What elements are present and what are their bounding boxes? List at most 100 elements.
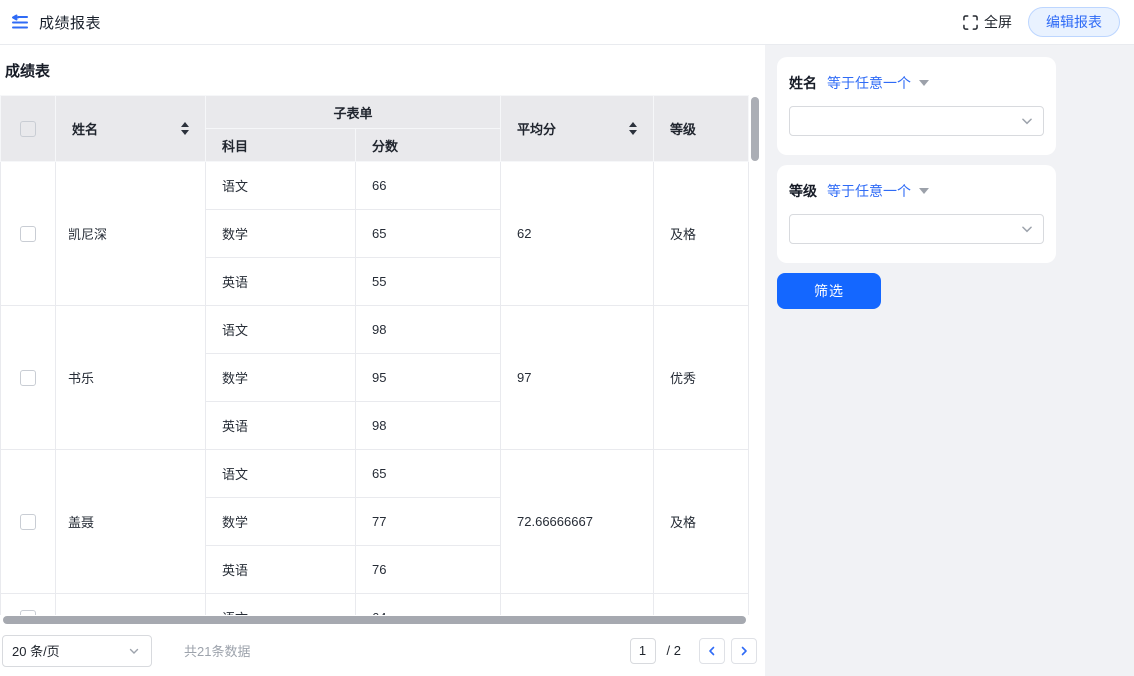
edit-report-button[interactable]: 编辑报表 <box>1028 7 1120 37</box>
sort-average-icon[interactable] <box>629 122 637 135</box>
name-cell: 书乐 <box>56 306 206 450</box>
next-page-button[interactable] <box>731 638 757 664</box>
horizontal-scrollbar-thumb[interactable] <box>3 616 746 624</box>
row-checkbox[interactable] <box>20 226 36 242</box>
vertical-scrollbar-thumb[interactable] <box>751 97 759 161</box>
chevron-down-icon <box>1020 114 1034 128</box>
row-checkbox[interactable] <box>20 370 36 386</box>
sort-name-icon[interactable] <box>181 122 189 135</box>
header-name: 姓名 <box>56 96 206 162</box>
table-header: 姓名 子表单 平均分 等级 <box>1 96 749 162</box>
page-size-select[interactable]: 20 条/页 <box>2 635 152 667</box>
chevron-down-icon <box>128 645 140 657</box>
caret-down-icon[interactable] <box>919 80 929 86</box>
fullscreen-button[interactable]: 全屏 <box>963 12 1012 32</box>
score-cell: 65 <box>356 450 501 498</box>
average-cell: 72.66666667 <box>501 450 654 594</box>
table-row: 盖聂语文6572.66666667及格 <box>1 450 749 498</box>
row-checkbox-cell <box>1 162 56 306</box>
subject-cell: 英语 <box>206 402 356 450</box>
name-cell: 凯尼深 <box>56 162 206 306</box>
filter-submit-button[interactable]: 筛选 <box>777 273 881 309</box>
average-cell: 62 <box>501 162 654 306</box>
top-bar: 成绩报表 全屏 编辑报表 <box>0 0 1134 45</box>
subject-cell: 语文 <box>206 594 356 616</box>
menu-collapse-icon[interactable] <box>10 12 30 32</box>
score-cell: 95 <box>356 354 501 402</box>
grade-cell: 及格 <box>654 450 749 594</box>
score-cell: 55 <box>356 258 501 306</box>
subject-cell: 数学 <box>206 210 356 258</box>
page-title: 成绩报表 <box>39 12 101 33</box>
total-count-label: 共21条数据 <box>184 641 250 660</box>
table-row: 语文64 <box>1 594 749 616</box>
score-cell: 64 <box>356 594 501 616</box>
row-checkbox[interactable] <box>20 514 36 530</box>
report-table-panel: 成绩表 姓名 <box>0 45 765 676</box>
table-body: 凯尼深语文6662及格数学65英语55书乐语文9897优秀数学95英语98盖聂语… <box>1 162 749 616</box>
page-indicator: / 2 <box>667 643 681 658</box>
subject-cell: 数学 <box>206 498 356 546</box>
score-cell: 98 <box>356 402 501 450</box>
header-average-label: 平均分 <box>517 119 556 138</box>
vertical-scrollbar <box>751 95 759 615</box>
score-cell: 76 <box>356 546 501 594</box>
fullscreen-label: 全屏 <box>984 12 1012 32</box>
main-content: 成绩表 姓名 <box>0 45 1134 676</box>
header-average: 平均分 <box>501 96 654 162</box>
subject-cell: 英语 <box>206 546 356 594</box>
subject-cell: 语文 <box>206 306 356 354</box>
name-cell <box>56 594 206 616</box>
filter-field-label: 姓名 <box>789 73 817 93</box>
subject-cell: 语文 <box>206 450 356 498</box>
filter-value-select-name[interactable] <box>789 106 1044 136</box>
row-checkbox-cell <box>1 306 56 450</box>
select-all-checkbox[interactable] <box>20 121 36 137</box>
header-grade: 等级 <box>654 96 749 162</box>
filter-panel: 姓名 等于任意一个 等级 等于任意一个 筛选 <box>765 45 1134 676</box>
header-checkbox-cell <box>1 96 56 162</box>
filter-value-select-grade[interactable] <box>789 214 1044 244</box>
chevron-down-icon <box>1020 222 1034 236</box>
fullscreen-icon <box>963 15 978 30</box>
average-cell: 97 <box>501 306 654 450</box>
header-name-label: 姓名 <box>72 119 98 138</box>
filter-operator-link[interactable]: 等于任意一个 <box>827 181 911 201</box>
filter-field-label: 等级 <box>789 181 817 201</box>
app-window: 成绩报表 全屏 编辑报表 成绩表 <box>0 0 1134 676</box>
filter-card-name: 姓名 等于任意一个 <box>777 57 1056 155</box>
pagination-bar: 20 条/页 共21条数据 1 / 2 <box>0 625 765 676</box>
grade-cell: 及格 <box>654 162 749 306</box>
filter-card-grade: 等级 等于任意一个 <box>777 165 1056 263</box>
average-cell <box>501 594 654 616</box>
top-bar-right: 全屏 编辑报表 <box>963 7 1120 37</box>
table-row: 书乐语文9897优秀 <box>1 306 749 354</box>
current-page-input[interactable]: 1 <box>630 638 656 664</box>
prev-page-button[interactable] <box>699 638 725 664</box>
score-cell: 98 <box>356 306 501 354</box>
score-cell: 65 <box>356 210 501 258</box>
filter-head: 姓名 等于任意一个 <box>789 73 1044 93</box>
row-checkbox-cell <box>1 450 56 594</box>
header-score: 分数 <box>356 129 501 162</box>
table-title: 成绩表 <box>0 45 765 95</box>
grade-cell: 优秀 <box>654 306 749 450</box>
subject-cell: 英语 <box>206 258 356 306</box>
filter-operator-link[interactable]: 等于任意一个 <box>827 73 911 93</box>
caret-down-icon[interactable] <box>919 188 929 194</box>
grades-table: 姓名 子表单 平均分 等级 <box>0 95 749 615</box>
subject-cell: 数学 <box>206 354 356 402</box>
subject-cell: 语文 <box>206 162 356 210</box>
page-size-value: 20 条/页 <box>12 641 60 660</box>
score-cell: 66 <box>356 162 501 210</box>
table-row: 凯尼深语文6662及格 <box>1 162 749 210</box>
score-cell: 77 <box>356 498 501 546</box>
row-checkbox-cell <box>1 594 56 616</box>
name-cell: 盖聂 <box>56 450 206 594</box>
top-bar-left: 成绩报表 <box>10 12 101 33</box>
chevron-right-icon <box>738 645 750 657</box>
header-subform: 子表单 <box>206 96 501 129</box>
grade-cell <box>654 594 749 616</box>
horizontal-scrollbar <box>0 615 765 625</box>
header-subject: 科目 <box>206 129 356 162</box>
